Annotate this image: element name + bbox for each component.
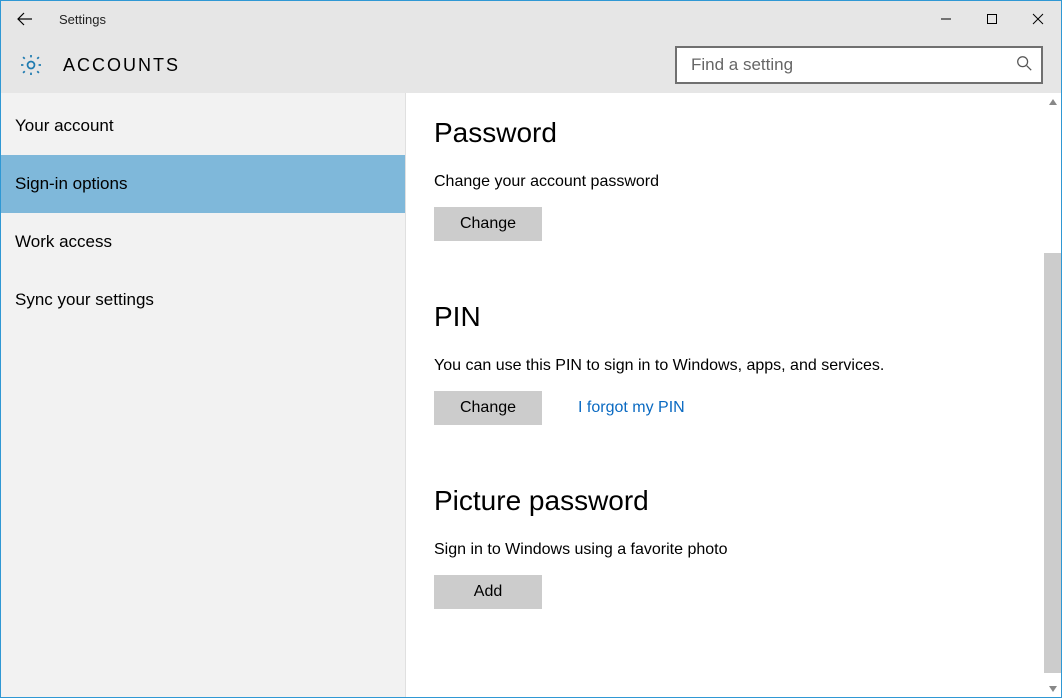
header-left: ACCOUNTS [17,51,180,79]
forgot-pin-link[interactable]: I forgot my PIN [578,399,685,417]
back-button[interactable] [9,3,41,35]
section-title: Picture password [434,485,1033,517]
pin-button-row: Change I forgot my PIN [434,391,1033,425]
scroll-down-arrow-icon[interactable] [1044,680,1061,697]
back-arrow-icon [15,9,35,29]
section-desc: Change your account password [434,173,1033,191]
minimize-button[interactable] [923,1,969,37]
window-controls [923,1,1061,37]
section-pin: PIN You can use this PIN to sign in to W… [434,301,1033,425]
header: ACCOUNTS [1,37,1061,93]
section-desc: Sign in to Windows using a favorite phot… [434,541,1033,559]
pin-change-button[interactable]: Change [434,391,542,425]
section-picture-password: Picture password Sign in to Windows usin… [434,485,1033,609]
close-button[interactable] [1015,1,1061,37]
sidebar-item-sync-your-settings[interactable]: Sync your settings [1,271,405,329]
settings-window: Settings [0,0,1062,698]
maximize-icon [986,13,998,25]
minimize-icon [940,13,952,25]
section-desc: You can use this PIN to sign in to Windo… [434,357,1033,375]
section-title: PIN [434,301,1033,333]
sidebar: Your account Sign-in options Work access… [1,93,406,697]
sidebar-item-label: Sync your settings [15,290,154,310]
picture-password-add-button[interactable]: Add [434,575,542,609]
category-title: ACCOUNTS [63,55,180,76]
sidebar-item-work-access[interactable]: Work access [1,213,405,271]
search-input[interactable] [689,54,1015,76]
app-title: Settings [59,12,106,27]
scroll-up-arrow-icon[interactable] [1044,93,1061,110]
sidebar-item-label: Sign-in options [15,174,127,194]
titlebar-left: Settings [9,3,106,35]
search-box[interactable] [675,46,1043,84]
search-icon [1015,54,1033,76]
titlebar: Settings [1,1,1061,37]
section-title: Password [434,117,1033,149]
section-password: Password Change your account password Ch… [434,117,1033,241]
body: Your account Sign-in options Work access… [1,93,1061,697]
gear-icon [17,51,45,79]
sidebar-item-sign-in-options[interactable]: Sign-in options [1,155,405,213]
sidebar-item-your-account[interactable]: Your account [1,97,405,155]
content-inner: Password Change your account password Ch… [406,93,1061,669]
scrollbar-thumb[interactable] [1044,253,1061,673]
scrollbar[interactable] [1044,93,1061,697]
password-change-button[interactable]: Change [434,207,542,241]
content-pane: Password Change your account password Ch… [406,93,1061,697]
sidebar-item-label: Your account [15,116,114,136]
sidebar-item-label: Work access [15,232,112,252]
maximize-button[interactable] [969,1,1015,37]
close-icon [1032,13,1044,25]
